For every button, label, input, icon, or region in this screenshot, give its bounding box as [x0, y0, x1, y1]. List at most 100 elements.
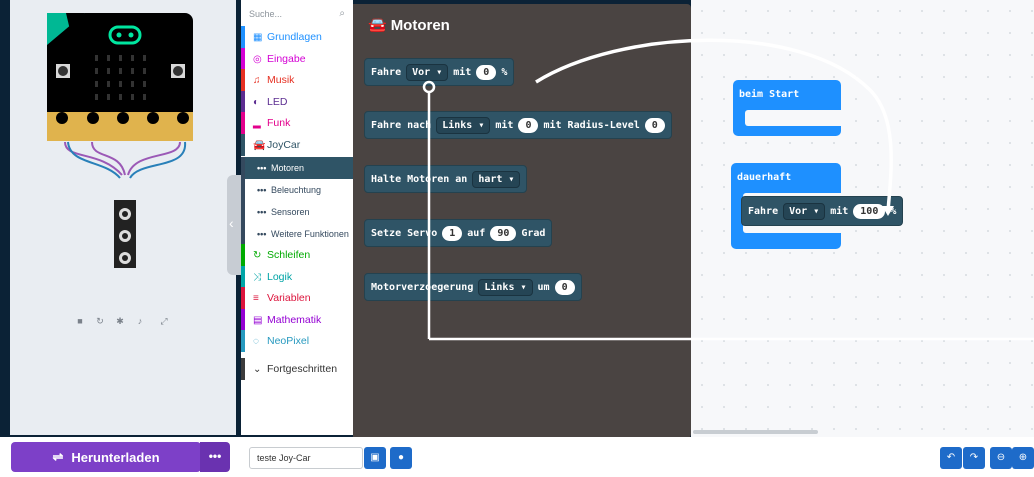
dots-icon: •••	[257, 163, 267, 173]
direction-dropdown[interactable]: Links ▾	[436, 116, 491, 134]
workspace-drive-block[interactable]: Fahre Vor ▾ mit 100 %	[741, 196, 904, 226]
toolbox-category[interactable]: ↻ Schleifen	[241, 244, 353, 266]
toolbox-subcategory[interactable]: ••• Sensoren	[241, 201, 353, 223]
brake-dropdown[interactable]: hart ▾	[472, 170, 521, 188]
toolbox-subcategory[interactable]: ••• Beleuchtung	[241, 179, 353, 201]
github-button[interactable]: ●	[390, 447, 412, 469]
toolbox-category[interactable]: ◎ Eingabe	[241, 47, 353, 70]
dots-icon: •••	[257, 207, 267, 217]
zoom-in-button[interactable]: ⊕	[1012, 447, 1034, 469]
workspace[interactable]: beim Start dauerhaft Fahre Vor ▾ mit 100…	[691, 0, 1034, 437]
restart-icon[interactable]: ↻	[93, 316, 107, 328]
target-icon: ◎	[253, 53, 262, 65]
zoom-out-icon: ⊖	[996, 452, 1006, 463]
block-label: dauerhaft	[737, 172, 792, 183]
block-text: Fahre	[371, 66, 402, 78]
speed-input[interactable]: 100	[853, 203, 886, 219]
headphones-icon: ♫	[253, 75, 261, 86]
category-label: Logik	[267, 270, 293, 283]
toolbox-category[interactable]: ◐ LED	[241, 90, 353, 113]
toolbox-category[interactable]: 🚘 JoyCar	[241, 133, 353, 156]
block-text: %	[890, 205, 897, 217]
redo-icon: ↷	[969, 452, 979, 463]
shuffle-icon: ⤨	[253, 271, 261, 283]
fullscreen-icon[interactable]: ⤢	[157, 316, 171, 328]
block-text: Motorverzoegerung	[371, 281, 474, 293]
download-label: Herunterladen	[71, 449, 160, 465]
toolbox-category[interactable]: ▂ Funk	[241, 112, 353, 134]
category-label: Grundlagen	[267, 31, 322, 43]
undo-button[interactable]: ↶	[940, 447, 962, 469]
toolbox-subcategory[interactable]: ••• Weitere Funktionen	[241, 223, 353, 245]
horizontal-scrollbar[interactable]	[693, 430, 818, 434]
zoom-out-button[interactable]: ⊖	[990, 447, 1012, 469]
redo-button[interactable]: ↷	[963, 447, 985, 469]
microbit-board[interactable]	[10, 0, 236, 300]
category-label: Musik	[267, 74, 295, 86]
block-stop-motors[interactable]: Halte Motoren an hart ▾	[364, 165, 528, 193]
block-text: %	[501, 66, 508, 78]
category-label: LED	[267, 95, 288, 108]
statement-slot	[745, 110, 841, 126]
search-input[interactable]: Suche... ⌕	[245, 6, 349, 24]
car-icon: 🚘	[253, 139, 266, 151]
mute-icon[interactable]: ♪	[133, 316, 147, 328]
dotted-circle-icon: ◌	[253, 336, 259, 347]
stop-icon[interactable]: ■	[73, 316, 87, 328]
category-label: Eingabe	[267, 52, 306, 65]
list-icon: ≡	[253, 293, 259, 304]
servo-input[interactable]: 1	[442, 225, 463, 241]
block-text: um	[537, 281, 550, 293]
direction-dropdown[interactable]: Vor ▾	[783, 202, 826, 220]
toolbox-category[interactable]: ◌ NeoPixel	[241, 330, 353, 352]
more-options-button[interactable]: •••	[200, 442, 230, 472]
block-text: Grad	[521, 227, 546, 239]
block-drive[interactable]: Fahre Vor ▾ mit 0 %	[364, 58, 515, 86]
download-button[interactable]: ⇌ Herunterladen	[11, 442, 201, 472]
collapse-simulator-button[interactable]: ‹	[227, 175, 241, 275]
toolbox-category[interactable]: ▤ Mathematik	[241, 308, 353, 331]
subcategory-label: Sensoren	[271, 207, 310, 217]
refresh-icon: ↻	[253, 250, 262, 261]
toolbox-advanced[interactable]: ⌄ Fortgeschritten	[241, 358, 353, 380]
block-text: mit	[453, 66, 472, 78]
save-button[interactable]: ▣	[364, 447, 386, 469]
direction-dropdown[interactable]: Vor ▾	[406, 63, 449, 81]
flyout-title: 🚘 Motoren	[368, 16, 450, 34]
block-text: Fahre nach	[371, 119, 432, 131]
on-start-block[interactable]: beim Start	[733, 80, 841, 136]
block-text: mit Radius-Level	[543, 119, 640, 131]
radius-input[interactable]: 0	[644, 117, 665, 133]
toolbox-category[interactable]: ▦ Grundlagen	[241, 26, 353, 48]
debug-icon[interactable]: ✱	[113, 316, 127, 328]
block-text: Setze Servo	[371, 227, 438, 239]
dots-icon: •••	[257, 229, 267, 239]
toolbox-category[interactable]: ♫ Musik	[241, 69, 353, 91]
block-label: beim Start	[739, 89, 800, 100]
save-icon: ▣	[370, 452, 380, 463]
search-placeholder: Suche...	[249, 9, 283, 19]
toolbox-subcategory[interactable]: ••• Motoren	[241, 157, 353, 179]
flyout-panel: 🚘 Motoren Fahre Vor ▾ mit 0 % Fahre nach …	[353, 4, 691, 438]
block-motor-delay[interactable]: Motorverzoegerung Links ▾ um 0	[364, 273, 582, 301]
speed-input[interactable]: 0	[476, 64, 497, 80]
toolbox-category[interactable]: ≡ Variablen	[241, 287, 353, 309]
block-servo[interactable]: Setze Servo 1 auf 90 Grad	[364, 219, 553, 247]
block-drive-turn[interactable]: Fahre nach Links ▾ mit 0 mit Radius-Leve…	[364, 111, 672, 139]
project-name-input[interactable]: teste Joy-Car	[249, 447, 363, 469]
delay-input[interactable]: 0	[554, 279, 575, 295]
speed-input[interactable]: 0	[518, 117, 539, 133]
block-text: auf	[467, 227, 486, 239]
angle-input[interactable]: 90	[490, 225, 517, 241]
usb-icon: ⇌	[52, 449, 64, 464]
car-icon: 🚘	[368, 17, 387, 34]
simulator-panel: ■ ↻ ✱ ♪ ⤢	[10, 0, 236, 435]
signal-bars-icon: ▂	[253, 118, 261, 129]
direction-dropdown[interactable]: Links ▾	[478, 278, 533, 296]
grid-icon: ▦	[253, 32, 263, 43]
magnifier-icon: ⌕	[339, 8, 345, 19]
toolbox-category[interactable]: ⤨ Logik	[241, 265, 353, 288]
subcategory-label: Beleuchtung	[271, 185, 322, 195]
chevron-left-icon: ‹	[229, 215, 234, 231]
block-text: mit	[495, 119, 514, 131]
